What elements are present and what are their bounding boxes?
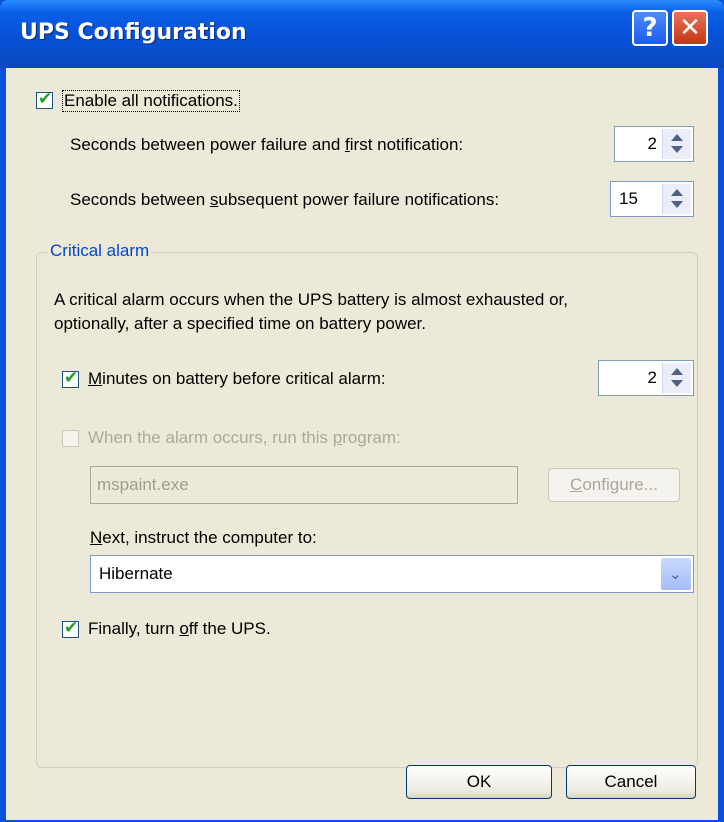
- cancel-button[interactable]: Cancel: [566, 765, 696, 799]
- enable-notifications-checkbox[interactable]: ✔: [36, 89, 53, 109]
- ups-configuration-window: UPS Configuration ? ✕ ✔ Enable all notif…: [0, 0, 724, 822]
- program-path-input[interactable]: mspaint.exe: [90, 466, 518, 504]
- next-instruct-label: Next, instruct the computer to:: [90, 528, 317, 547]
- first-notification-value[interactable]: 2: [648, 134, 657, 154]
- subsequent-notification-spinner[interactable]: 15: [610, 181, 694, 217]
- help-icon[interactable]: ?: [632, 10, 668, 46]
- close-icon[interactable]: ✕: [672, 10, 708, 46]
- minutes-on-battery-value[interactable]: 2: [648, 368, 657, 388]
- critical-alarm-description-line1: A critical alarm occurs when the UPS bat…: [54, 290, 569, 309]
- critical-alarm-description-line2: optionally, after a specified time on ba…: [54, 314, 426, 333]
- spin-arrows-icon[interactable]: [662, 363, 691, 393]
- spin-arrows-icon[interactable]: [662, 129, 691, 159]
- dropdown-button[interactable]: ⌄: [661, 558, 691, 590]
- first-notification-spinner[interactable]: 2: [614, 126, 694, 162]
- program-path-value: mspaint.exe: [97, 475, 189, 494]
- turn-off-ups-label[interactable]: Finally, turn off the UPS.: [88, 619, 271, 639]
- run-program-label: When the alarm occurs, run this program:: [88, 428, 401, 447]
- subsequent-notification-label: Seconds between subsequent power failure…: [70, 190, 500, 209]
- chevron-down-icon: ⌄: [669, 565, 682, 583]
- subsequent-notification-value[interactable]: 15: [619, 189, 638, 209]
- title-bar[interactable]: UPS Configuration ? ✕: [0, 0, 724, 68]
- first-notification-label: Seconds between power failure and first …: [70, 135, 464, 154]
- minutes-on-battery-spinner[interactable]: 2: [598, 360, 694, 396]
- check-icon: ✔: [38, 89, 53, 109]
- minutes-on-battery-checkbox[interactable]: ✔: [62, 368, 79, 388]
- turn-off-ups-checkbox[interactable]: ✔: [62, 618, 79, 638]
- run-program-checkbox[interactable]: [62, 430, 79, 447]
- ok-button[interactable]: OK: [406, 765, 552, 799]
- critical-alarm-group-label: Critical alarm: [48, 241, 152, 261]
- window-title: UPS Configuration: [20, 20, 247, 45]
- computer-action-select[interactable]: Hibernate ⌄: [90, 555, 694, 593]
- configure-button[interactable]: Configure...: [548, 468, 680, 502]
- dialog-body: ✔ Enable all notifications. Seconds betw…: [6, 68, 718, 820]
- computer-action-value: Hibernate: [99, 564, 173, 583]
- check-icon: ✔: [64, 618, 79, 638]
- check-icon: ✔: [64, 368, 79, 388]
- enable-notifications-label[interactable]: Enable all notifications.: [62, 90, 240, 112]
- spin-arrows-icon[interactable]: [662, 184, 691, 214]
- minutes-on-battery-label[interactable]: Minutes on battery before critical alarm…: [88, 369, 386, 389]
